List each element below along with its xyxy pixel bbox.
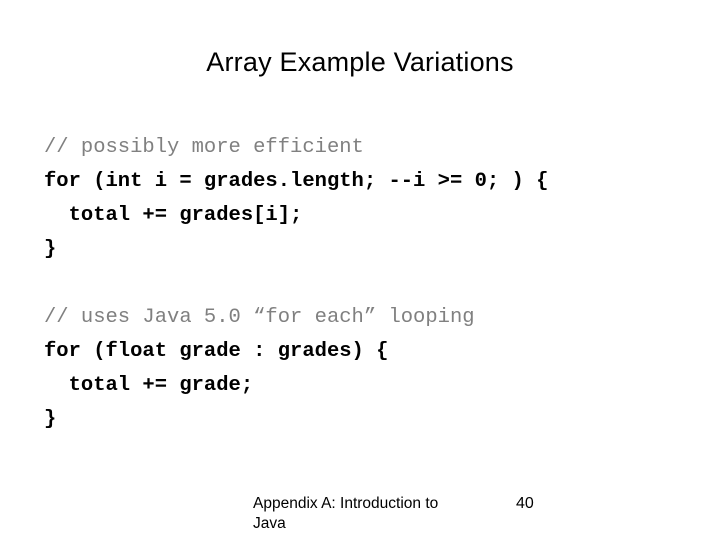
page-title: Array Example Variations: [206, 47, 514, 77]
slide-footer: Appendix A: Introduction to Java: [253, 495, 439, 532]
code-line: }: [44, 408, 57, 431]
page-number: 40: [516, 495, 534, 512]
code-line: total += grade;: [44, 374, 254, 397]
code-line: for (float grade : grades) {: [44, 340, 389, 363]
code-line: // uses Java 5.0 “for each” looping: [44, 306, 475, 329]
code-block: // possibly more efficient for (int i = g…: [44, 131, 694, 437]
code-line: for (int i = grades.length; --i >= 0; ) …: [44, 170, 549, 193]
code-line: // possibly more efficient: [44, 136, 364, 159]
code-line: total += grades[i];: [44, 204, 303, 227]
code-line: }: [44, 238, 57, 261]
slide: Array Example Variations // possibly mor…: [0, 0, 720, 540]
